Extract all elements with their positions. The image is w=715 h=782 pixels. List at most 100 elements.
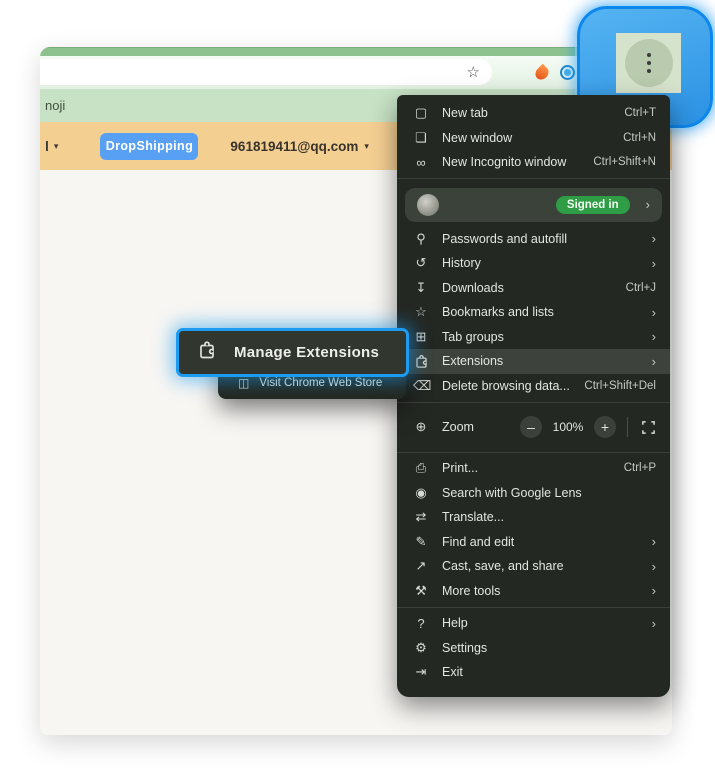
menu-item-label: Tab groups	[442, 329, 504, 344]
extensions-icon	[413, 354, 429, 369]
chevron-right-icon: ›	[651, 615, 656, 631]
menu-item-shortcut: Ctrl+Shift+Del	[584, 379, 656, 392]
menu-item-find-and-edit[interactable]: ✎ Find and edit ›	[397, 530, 670, 555]
dropshipping-button[interactable]: DropShipping	[100, 132, 199, 160]
menu-item-new-window[interactable]: ❏ New window Ctrl+N	[397, 126, 670, 151]
menu-item-history[interactable]: ↺ History ›	[397, 251, 670, 276]
menu-item-passwords-and-autofill[interactable]: ⚲ Passwords and autofill ›	[397, 227, 670, 252]
menu-item-label: Search with Google Lens	[442, 485, 582, 500]
menu-item-label: New window	[442, 130, 513, 145]
tools-icon: ⚒	[415, 582, 427, 598]
menu-item-shortcut: Ctrl+J	[625, 281, 656, 294]
menu-item-label: Exit	[442, 665, 463, 680]
menu-item-more-tools[interactable]: ⚒ More tools ›	[397, 579, 670, 604]
menu-item-bookmarks-and-lists[interactable]: ☆ Bookmarks and lists ›	[397, 300, 670, 325]
find-icon: ✎	[415, 533, 427, 549]
web-store-icon: ◫	[238, 375, 250, 390]
menu-item-label: Help	[442, 616, 468, 631]
download-icon: ↧	[415, 279, 427, 295]
extension-icon-blue[interactable]	[560, 65, 575, 80]
bookmark-star-icon[interactable]: ☆	[467, 65, 480, 80]
trash-icon: ⌫	[413, 377, 432, 393]
menu-item-new-incognito-window[interactable]: ∞ New Incognito window Ctrl+Shift+N	[397, 150, 670, 175]
menu-item-shortcut: Ctrl+P	[623, 462, 656, 475]
menu-divider	[397, 401, 670, 403]
menu-button-magnified	[616, 33, 681, 93]
menu-item-delete-browsing-data[interactable]: ⌫ Delete browsing data... Ctrl+Shift+Del	[397, 374, 670, 399]
key-icon: ⚲	[416, 230, 426, 246]
chevron-right-icon: ›	[651, 304, 656, 320]
menu-item-label: Passwords and autofill	[442, 231, 568, 246]
cast-icon: ↗	[415, 558, 427, 574]
menu-item-new-tab[interactable]: ▢ New tab Ctrl+T	[397, 101, 670, 126]
chevron-right-icon: ›	[651, 353, 656, 369]
tab-groups-icon: ⊞	[415, 328, 427, 344]
chevron-down-icon: ▾	[53, 140, 59, 151]
extension-icon-orange[interactable]	[532, 63, 552, 82]
lens-icon: ◉	[415, 484, 427, 500]
chevron-right-icon: ›	[651, 583, 656, 599]
menu-item-label: New Incognito window	[442, 155, 567, 170]
menu-item-label: Delete browsing data...	[442, 378, 570, 393]
cut-off-control[interactable]: l	[45, 138, 49, 154]
menu-item-label: Extensions	[442, 354, 504, 369]
menu-item-exit[interactable]: ⇥ Exit	[397, 660, 670, 685]
star-icon: ☆	[415, 304, 427, 320]
zoom-controls: –100% +	[520, 416, 658, 438]
menu-item-label: Print...	[442, 461, 479, 476]
zoom-in-button[interactable]: +	[594, 416, 616, 438]
menu-item-manage-extensions[interactable]: Manage Extensions	[179, 331, 406, 374]
chevron-right-icon: ›	[651, 329, 656, 345]
menu-item-tab-groups[interactable]: ⊞ Tab groups ›	[397, 325, 670, 350]
zoom-out-button[interactable]: –	[520, 416, 542, 438]
menu-item-help[interactable]: ? Help ›	[397, 611, 670, 636]
menu-item-label: More tools	[442, 583, 501, 598]
chevron-right-icon: ›	[651, 231, 656, 247]
print-icon: ⎙	[415, 460, 427, 476]
menu-item-label: Find and edit	[442, 534, 515, 549]
bookmark-item[interactable]: noji	[45, 98, 65, 113]
menu-item-zoom: ⊕ Zoom –100% +	[397, 406, 670, 448]
chevron-right-icon: ›	[651, 558, 656, 574]
menu-item-shortcut: Ctrl+T	[624, 107, 656, 120]
gear-icon: ⚙	[415, 639, 427, 655]
menu-item-settings[interactable]: ⚙ Settings	[397, 636, 670, 661]
incognito-icon: ∞	[416, 154, 426, 170]
zoom-icon: ⊕	[415, 419, 427, 434]
help-icon: ?	[417, 615, 425, 631]
account-email: 961819411@qq.com	[230, 138, 359, 154]
menu-item-extensions[interactable]: Extensions ›	[397, 349, 670, 374]
menu-item-shortcut: Ctrl+N	[623, 131, 656, 144]
extensions-puzzle-icon	[197, 340, 217, 365]
chevron-down-icon: ▾	[364, 140, 369, 151]
menu-item-print[interactable]: ⎙ Print... Ctrl+P	[397, 456, 670, 481]
chevron-right-icon: ›	[651, 534, 656, 550]
signed-in-badge: Signed in	[555, 195, 630, 214]
exit-icon: ⇥	[415, 664, 427, 680]
menu-item-label: Translate...	[442, 510, 505, 525]
menu-item-label: Settings	[442, 640, 488, 655]
menu-divider	[397, 178, 670, 179]
menu-item-translate[interactable]: ⇄ Translate...	[397, 505, 670, 530]
chrome-menu: ▢ New tab Ctrl+T ❏ New window Ctrl+N ∞ New Inco…	[397, 95, 670, 697]
new-window-icon: ❏	[415, 129, 427, 145]
address-bar[interactable]: ☆	[40, 59, 492, 85]
menu-item-search-with-google-lens[interactable]: ◉ Search with Google Lens	[397, 481, 670, 506]
new-tab-icon: ▢	[414, 105, 428, 121]
translate-icon: ⇄	[415, 509, 427, 525]
avatar	[417, 193, 439, 216]
menu-item-signed-in[interactable]: Signed in ›	[405, 187, 662, 222]
kebab-dot	[646, 69, 651, 73]
menu-item-label: Bookmarks and lists	[442, 305, 554, 320]
menu-kebab-button[interactable]	[624, 39, 673, 87]
fullscreen-button[interactable]	[639, 418, 658, 437]
account-email-dropdown[interactable]: 961819411@qq.com ▾	[230, 139, 369, 154]
menu-item-cast-save-and-share[interactable]: ↗ Cast, save, and share ›	[397, 554, 670, 579]
menu-item-downloads[interactable]: ↧ Downloads Ctrl+J	[397, 276, 670, 301]
chevron-right-icon: ›	[645, 197, 650, 212]
menu-item-label: Cast, save, and share	[442, 559, 564, 574]
menu-item-label: Manage Extensions	[234, 344, 380, 361]
kebab-dot	[646, 61, 651, 65]
kebab-dot	[646, 53, 651, 57]
zoom-divider	[627, 417, 628, 437]
